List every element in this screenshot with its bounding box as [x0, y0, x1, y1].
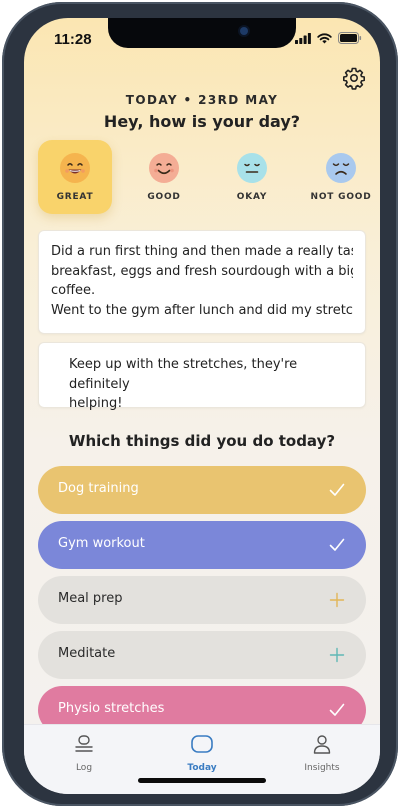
neutral-face-icon	[237, 153, 267, 183]
grinning-face-icon	[60, 153, 90, 183]
tab-label: Log	[75, 763, 93, 773]
plus-icon	[329, 592, 345, 608]
check-icon	[329, 483, 345, 496]
activity-label: Meditate	[58, 646, 116, 661]
activity-gym-workout[interactable]: Gym workout	[38, 521, 366, 569]
check-icon	[329, 538, 345, 551]
check-icon	[329, 703, 345, 716]
sad-face-icon	[326, 153, 356, 183]
battery-icon	[338, 32, 362, 44]
mood-label: NOT GOOD	[310, 192, 372, 202]
tab-log[interactable]: Log	[44, 733, 124, 773]
note-line: Keep up with the stretches, they're defi…	[69, 357, 298, 392]
tab-today[interactable]: Today	[162, 733, 242, 773]
home-indicator[interactable]	[138, 778, 266, 783]
note-line: helping!	[69, 396, 123, 411]
mood-good[interactable]: GOOD	[127, 140, 201, 214]
activities-list: Dog training Gym workout Meal prep Medit…	[38, 466, 366, 741]
mood-label: GREAT	[56, 192, 94, 202]
tab-label: Today	[187, 763, 217, 773]
smiling-face-icon	[149, 153, 179, 183]
camera	[240, 27, 248, 35]
activities-heading: Which things did you do today?	[68, 432, 336, 450]
mood-not-good[interactable]: NOT GOOD	[304, 140, 378, 214]
stack-icon	[75, 735, 93, 752]
activity-label: Physio stretches	[58, 701, 165, 716]
mood-label: OKAY	[236, 192, 268, 202]
activity-meditate[interactable]: Meditate	[38, 631, 366, 679]
notch	[108, 18, 296, 48]
activity-label: Dog training	[58, 481, 139, 496]
status-time: 11:28	[54, 31, 92, 48]
mood-label: GOOD	[147, 192, 181, 202]
app-screen: 11:28 TODAY • 23RD MAY Hey, how is your …	[24, 18, 380, 794]
gear-icon[interactable]	[342, 66, 366, 90]
journal-entry[interactable]: Did a run first thing and then made a re…	[38, 230, 366, 334]
tab-bar: Log Today Insights	[24, 724, 380, 794]
today-icon	[191, 735, 213, 753]
activity-label: Gym workout	[58, 536, 145, 551]
journal-line: Went to the gym after lunch and did my s…	[51, 302, 353, 318]
activity-dog-training[interactable]: Dog training	[38, 466, 366, 514]
activity-meal-prep[interactable]: Meal prep	[38, 576, 366, 624]
tab-insights[interactable]: Insights	[282, 733, 362, 773]
note-card[interactable]: Keep up with the stretches, they're defi…	[38, 342, 366, 411]
tab-label: Insights	[304, 763, 340, 773]
wifi-icon	[317, 32, 332, 43]
signal-icon	[295, 32, 311, 44]
activity-label: Meal prep	[58, 591, 123, 606]
person-icon	[313, 735, 331, 754]
phone-frame: 11:28 TODAY • 23RD MAY Hey, how is your …	[2, 2, 398, 806]
mood-great[interactable]: GREAT	[38, 140, 112, 214]
mood-okay[interactable]: OKAY	[215, 140, 289, 214]
date-label: TODAY • 23RD MAY	[125, 93, 279, 107]
journal-line: Did a run first thing and then made a re…	[51, 244, 353, 259]
page-title: Hey, how is your day?	[103, 112, 301, 131]
status-icons	[295, 32, 362, 44]
journal-line: coffee.	[51, 283, 96, 298]
plus-icon	[329, 647, 345, 663]
journal-line: breakfast, eggs and fresh sourdough with…	[51, 263, 353, 279]
